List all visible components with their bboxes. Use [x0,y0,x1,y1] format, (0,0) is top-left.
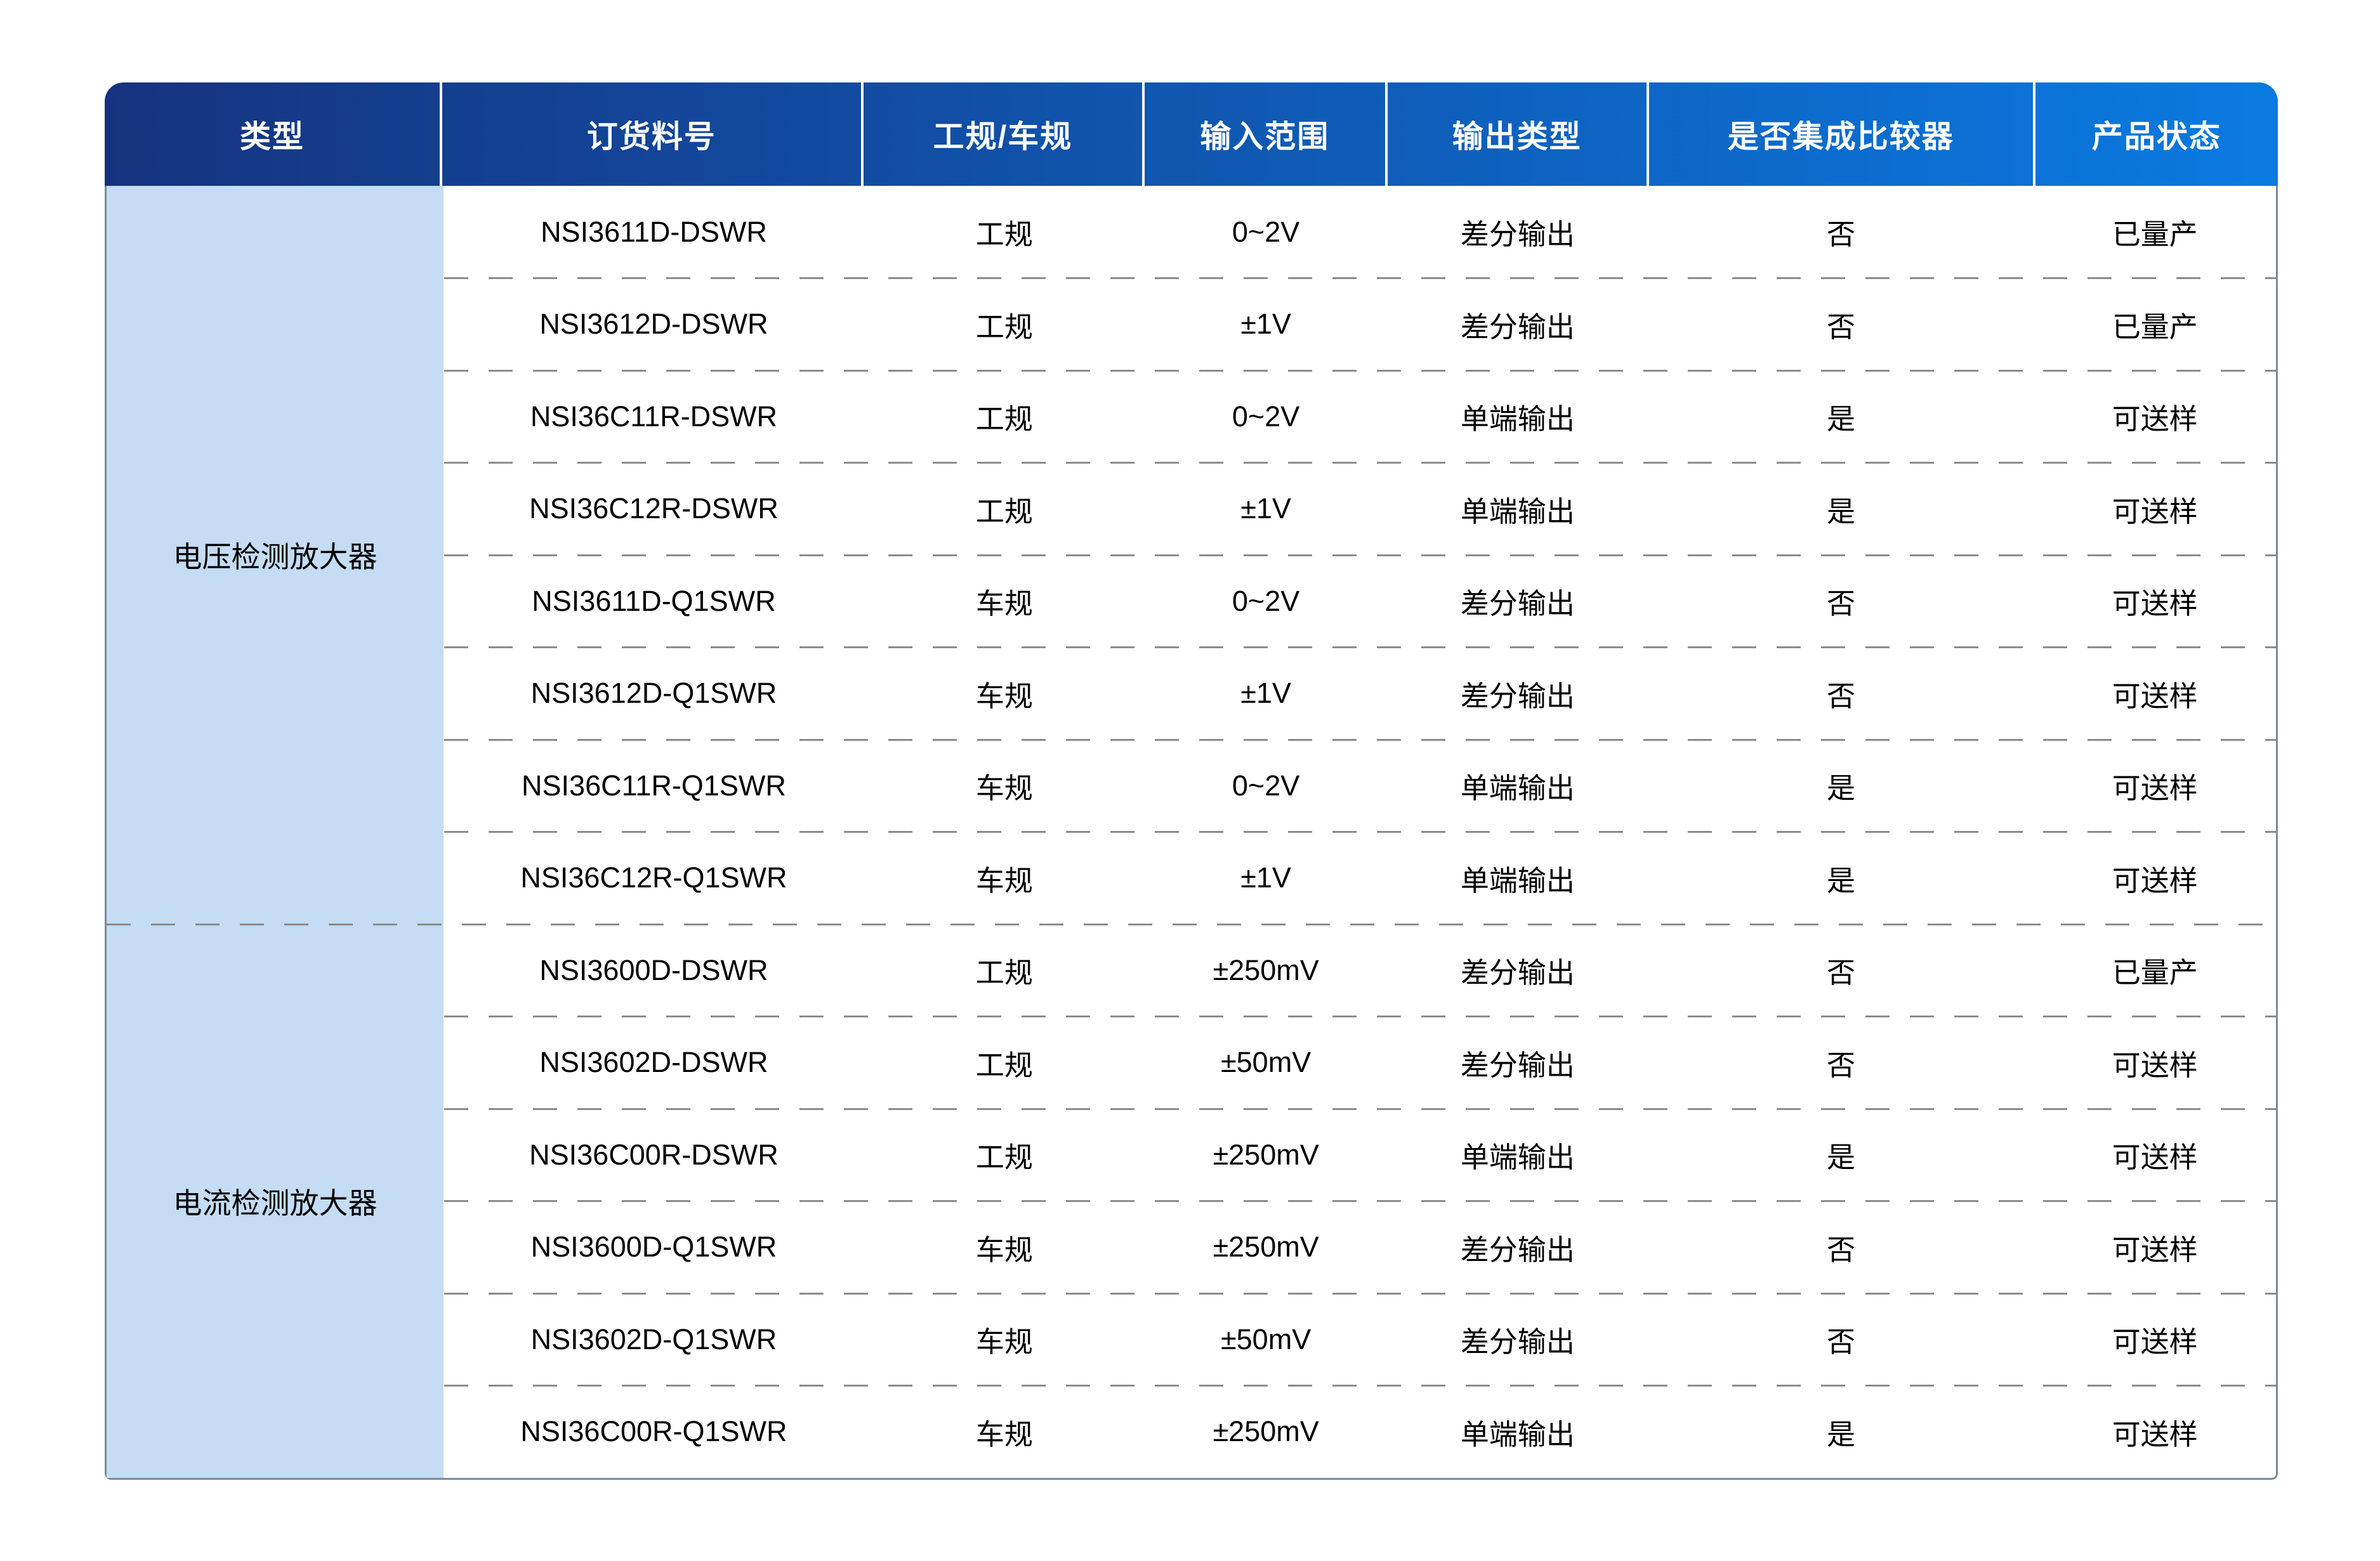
cell-status: 可送样 [2034,1017,2276,1109]
column-header-grade: 工规/车规 [864,82,1145,186]
cell-output_type: 差分输出 [1387,278,1648,371]
cell-output_type: 单端输出 [1387,740,1648,832]
cell-input_range: ±1V [1145,278,1387,371]
column-header-comparator: 是否集成比较器 [1649,82,2035,186]
column-header-status: 产品状态 [2035,82,2278,186]
cell-grade: 工规 [864,924,1145,1017]
cell-output_type: 单端输出 [1387,1386,1648,1479]
cell-part: NSI36C12R-DSWR [444,463,864,556]
cell-comparator: 否 [1648,186,2034,278]
cell-output_type: 差分输出 [1387,555,1648,648]
cell-output_type: 差分输出 [1387,1201,1648,1294]
cell-part: NSI36C00R-DSWR [444,1109,864,1201]
cell-input_range: ±250mV [1145,1201,1387,1294]
cell-output_type: 差分输出 [1387,1293,1648,1386]
cell-grade: 车规 [864,648,1145,740]
cell-comparator: 是 [1648,740,2034,832]
cell-comparator: 是 [1648,1386,2034,1479]
cell-status: 可送样 [2034,1109,2276,1201]
cell-status: 可送样 [2034,1386,2276,1479]
cell-grade: 车规 [864,740,1145,832]
cell-input_range: ±1V [1145,648,1387,740]
cell-input_range: 0~2V [1145,740,1387,832]
cell-status: 可送样 [2034,555,2276,648]
cell-input_range: 0~2V [1145,555,1387,648]
cell-grade: 车规 [864,1293,1145,1386]
cell-status: 可送样 [2034,648,2276,740]
cell-output_type: 差分输出 [1387,924,1648,1017]
cell-grade: 工规 [864,370,1145,463]
cell-grade: 工规 [864,1017,1145,1109]
column-header-part: 订货料号 [442,82,864,186]
cell-part: NSI36C00R-Q1SWR [444,1386,864,1479]
cell-part: NSI3611D-Q1SWR [444,555,864,648]
cell-input_range: ±250mV [1145,1109,1387,1201]
cell-comparator: 否 [1648,1293,2034,1386]
cell-output_type: 差分输出 [1387,1017,1648,1109]
cell-output_type: 单端输出 [1387,463,1648,556]
cell-status: 可送样 [2034,370,2276,463]
cell-comparator: 否 [1648,1017,2034,1109]
cell-input_range: 0~2V [1145,370,1387,463]
cell-comparator: 否 [1648,1201,2034,1294]
cell-input_range: ±1V [1145,832,1387,925]
type-group-cell: 电压检测放大器 [107,186,444,924]
cell-part: NSI3611D-DSWR [444,186,864,278]
cell-part: NSI36C11R-DSWR [444,370,864,463]
cell-status: 已量产 [2034,278,2276,371]
cell-part: NSI3602D-DSWR [444,1017,864,1109]
cell-part: NSI3612D-Q1SWR [444,648,864,740]
cell-grade: 车规 [864,1386,1145,1479]
cell-status: 已量产 [2034,186,2276,278]
cell-output_type: 差分输出 [1387,186,1648,278]
cell-grade: 车规 [864,1201,1145,1294]
cell-input_range: ±1V [1145,463,1387,556]
type-group-cell: 电流检测放大器 [107,924,444,1478]
cell-grade: 车规 [864,555,1145,648]
cell-output_type: 单端输出 [1387,1109,1648,1201]
cell-part: NSI36C11R-Q1SWR [444,740,864,832]
cell-output_type: 差分输出 [1387,648,1648,740]
cell-status: 可送样 [2034,740,2276,832]
cell-comparator: 是 [1648,1109,2034,1201]
cell-status: 已量产 [2034,924,2276,1017]
cell-grade: 工规 [864,463,1145,556]
cell-output_type: 单端输出 [1387,832,1648,925]
column-header-input_range: 输入范围 [1145,82,1388,186]
cell-grade: 工规 [864,1109,1145,1201]
cell-input_range: 0~2V [1145,186,1387,278]
cell-input_range: ±250mV [1145,1386,1387,1479]
cell-comparator: 否 [1648,278,2034,371]
table-body: 电压检测放大器NSI3611D-DSWR工规0~2V差分输出否已量产NSI361… [105,186,2278,1480]
cell-part: NSI3600D-Q1SWR [444,1201,864,1294]
cell-part: NSI3602D-Q1SWR [444,1293,864,1386]
cell-comparator: 否 [1648,648,2034,740]
cell-grade: 工规 [864,186,1145,278]
cell-part: NSI36C12R-Q1SWR [444,832,864,925]
cell-grade: 工规 [864,278,1145,371]
cell-status: 可送样 [2034,1201,2276,1294]
cell-input_range: ±50mV [1145,1293,1387,1386]
cell-grade: 车规 [864,832,1145,925]
cell-status: 可送样 [2034,832,2276,925]
column-header-output_type: 输出类型 [1388,82,1649,186]
cell-comparator: 是 [1648,370,2034,463]
cell-comparator: 否 [1648,555,2034,648]
cell-comparator: 否 [1648,924,2034,1017]
cell-status: 可送样 [2034,1293,2276,1386]
cell-comparator: 是 [1648,463,2034,556]
cell-part: NSI3612D-DSWR [444,278,864,371]
product-table: 类型订货料号工规/车规输入范围输出类型是否集成比较器产品状态 电压检测放大器NS… [105,82,2278,1480]
cell-part: NSI3600D-DSWR [444,924,864,1017]
table-header-row: 类型订货料号工规/车规输入范围输出类型是否集成比较器产品状态 [105,82,2278,186]
cell-status: 可送样 [2034,463,2276,556]
cell-input_range: ±50mV [1145,1017,1387,1109]
cell-input_range: ±250mV [1145,924,1387,1017]
column-header-type: 类型 [105,82,442,186]
cell-output_type: 单端输出 [1387,370,1648,463]
cell-comparator: 是 [1648,832,2034,925]
